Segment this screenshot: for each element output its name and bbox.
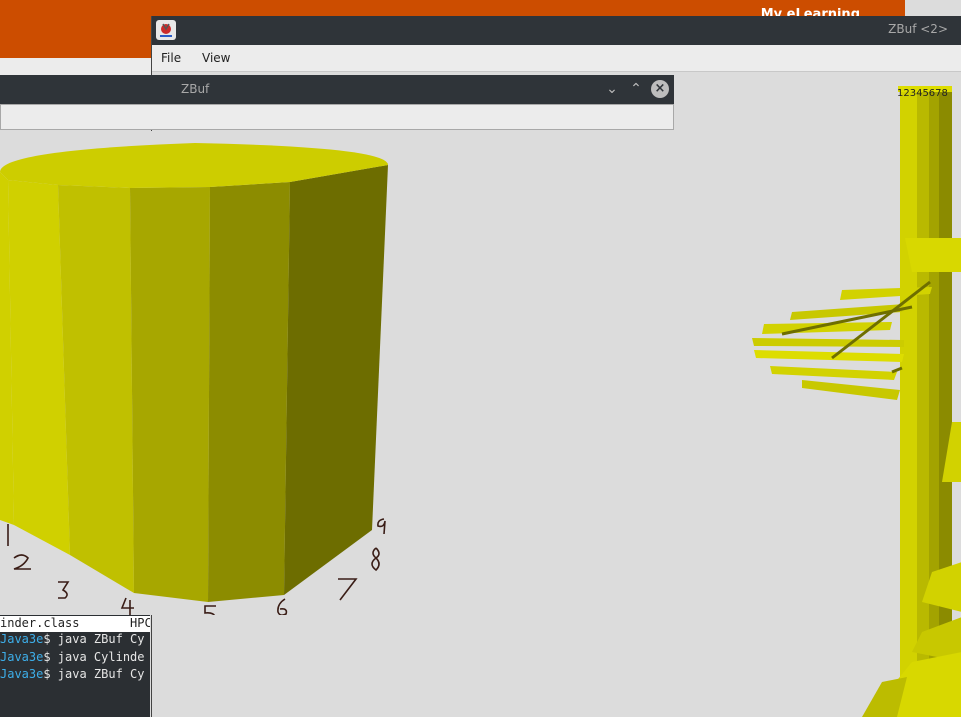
tower-labels: 12345678 bbox=[897, 88, 948, 99]
terminal-line: inder.class HPC bbox=[0, 616, 150, 632]
terminal[interactable]: inder.class HPC Java3e$ java ZBuf Cy Jav… bbox=[0, 615, 150, 717]
terminal-command: $ java Cylinde bbox=[43, 650, 145, 664]
terminal-command: $ java ZBuf Cy bbox=[43, 667, 145, 681]
menu-view[interactable]: View bbox=[202, 51, 230, 65]
maximize-icon[interactable]: ⌃ bbox=[626, 79, 646, 99]
terminal-command: $ java ZBuf Cy bbox=[43, 632, 145, 646]
minimize-icon[interactable]: ⌄ bbox=[602, 79, 622, 99]
zbuf-window-titlebar[interactable]: ZBuf ⌄ ⌃ × bbox=[0, 75, 674, 104]
window-titlebar[interactable]: ZBuf <2> bbox=[152, 16, 961, 45]
terminal-prompt: Java3e bbox=[0, 632, 44, 646]
cylinder-render bbox=[0, 143, 388, 615]
java-icon[interactable] bbox=[156, 20, 176, 40]
terminal-line: Java3e$ java ZBuf Cy bbox=[0, 632, 145, 646]
menu-bar bbox=[0, 104, 674, 130]
window-title: ZBuf bbox=[181, 82, 210, 96]
menu-bar: File View bbox=[152, 45, 961, 72]
terminal-line: Java3e$ java ZBuf Cy bbox=[0, 667, 145, 681]
terminal-prompt: Java3e bbox=[0, 667, 44, 681]
window-title: ZBuf <2> bbox=[888, 22, 948, 36]
terminal-prompt: Java3e bbox=[0, 650, 44, 664]
menu-file[interactable]: File bbox=[161, 51, 181, 65]
close-icon[interactable]: × bbox=[651, 80, 669, 98]
terminal-line: Java3e$ java Cylinde bbox=[0, 650, 145, 664]
render-canvas[interactable] bbox=[0, 131, 674, 615]
